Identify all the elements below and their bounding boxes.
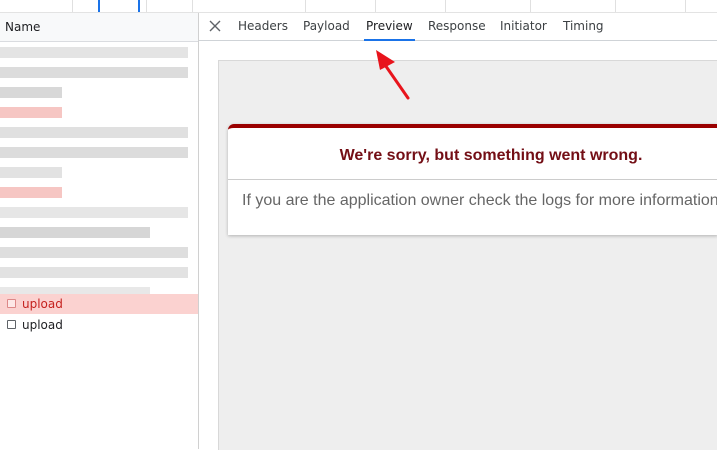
tab-response[interactable]: Response [428,13,486,40]
tab-timing[interactable]: Timing [563,13,604,40]
strip-divider [685,0,686,12]
preview-pane: We're sorry, but something went wrong. I… [218,60,717,450]
strip-divider [192,0,193,12]
strip-divider [375,0,376,12]
strip-divider [305,0,306,12]
strip-selection-right [138,0,140,12]
strip-divider [72,0,73,12]
strip-selection-left [98,0,100,12]
strip-divider [146,0,147,12]
request-name: upload [22,297,63,311]
toolbar-strip [0,0,717,13]
request-row-upload-error[interactable]: upload [0,294,198,314]
row-checkbox[interactable] [7,299,16,308]
details-tabbar: Headers Payload Preview Response Initiat… [199,13,717,41]
request-details-panel: Headers Payload Preview Response Initiat… [199,13,717,450]
strip-divider [530,0,531,12]
tab-payload[interactable]: Payload [303,13,350,40]
name-column-header[interactable]: Name [0,13,198,42]
tab-preview[interactable]: Preview [364,13,415,41]
error-title: We're sorry, but something went wrong. [228,128,717,180]
request-name: upload [22,318,63,332]
name-column-label: Name [5,20,41,34]
request-list-panel: Name upload upload [0,13,199,449]
request-row-upload[interactable]: upload [0,315,198,335]
strip-divider [615,0,616,12]
close-icon[interactable] [208,19,222,33]
error-message: If you are the application owner check t… [242,192,717,209]
error-page-card: We're sorry, but something went wrong. I… [228,124,717,235]
tab-headers[interactable]: Headers [238,13,288,40]
redacted-request-rows [0,42,198,294]
row-checkbox[interactable] [7,320,16,329]
tab-initiator[interactable]: Initiator [500,13,547,40]
strip-divider [445,0,446,12]
